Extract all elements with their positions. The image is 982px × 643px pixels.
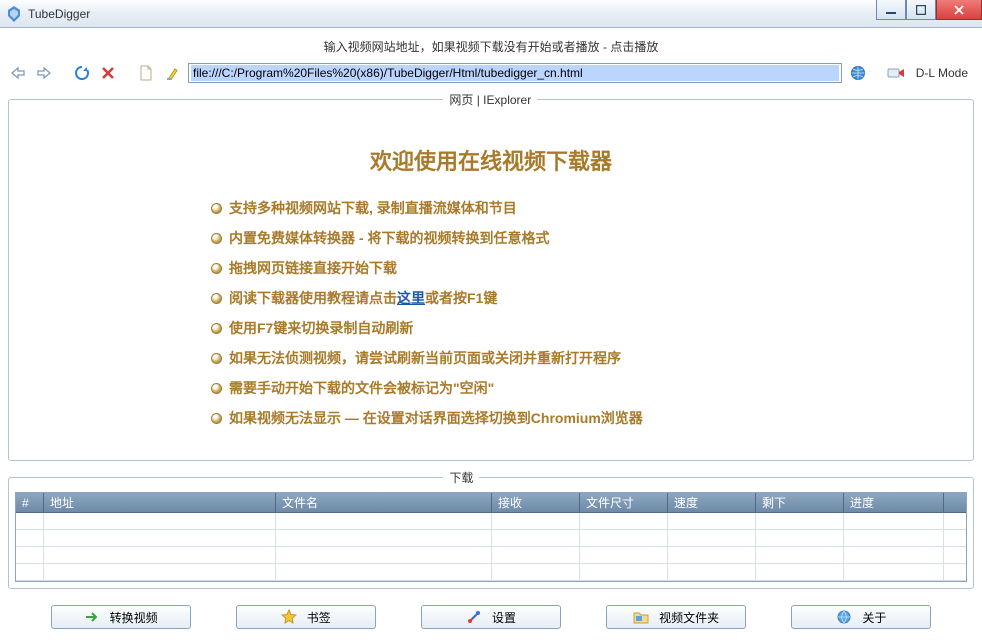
col-filename[interactable]: 文件名 — [276, 493, 492, 513]
welcome-heading: 欢迎使用在线视频下载器 — [35, 144, 947, 176]
col-url[interactable]: 地址 — [44, 493, 276, 513]
close-button[interactable] — [936, 0, 982, 20]
folder-button[interactable]: 视频文件夹 — [606, 605, 746, 629]
hint-text: 输入视频网站地址，如果视频下载没有开始或者播放 - 点击播放 — [8, 34, 974, 61]
feature-item: 如果视频无法显示 — 在设置对话界面选择切换到Chromium浏览器 — [211, 404, 771, 434]
bookmark-button[interactable]: 书签 — [236, 605, 376, 629]
tutorial-link[interactable]: 这里 — [397, 290, 425, 306]
toolbar: D-L Mode — [8, 61, 974, 91]
app-icon — [6, 6, 22, 22]
mode-label: D-L Mode — [916, 66, 968, 80]
download-panel-title: 下载 — [443, 469, 479, 486]
feature-list: 支持多种视频网站下载, 录制直播流媒体和节目 内置免费媒体转换器 - 将下载的视… — [211, 194, 771, 434]
globe-small-icon — [836, 609, 852, 625]
grid-body — [16, 513, 966, 581]
settings-button[interactable]: 设置 — [421, 605, 561, 629]
convert-icon — [84, 609, 100, 625]
table-row[interactable] — [16, 547, 966, 564]
star-icon — [281, 609, 297, 625]
col-remaining[interactable]: 剩下 — [756, 493, 844, 513]
download-grid: # 地址 文件名 接收 文件尺寸 速度 剩下 进度 — [15, 492, 967, 582]
col-spacer — [944, 493, 966, 513]
table-row[interactable] — [16, 513, 966, 530]
minimize-button[interactable] — [876, 0, 906, 20]
stop-button[interactable] — [98, 63, 118, 83]
feature-item: 支持多种视频网站下载, 录制直播流媒体和节目 — [211, 194, 771, 224]
about-button[interactable]: 关于 — [791, 605, 931, 629]
bottom-bar: 转换视频 书签 设置 视频文件夹 关于 — [8, 597, 974, 629]
window-title: TubeDigger — [28, 7, 90, 21]
globe-icon[interactable] — [848, 63, 868, 83]
col-speed[interactable]: 速度 — [668, 493, 756, 513]
webview[interactable]: 欢迎使用在线视频下载器 支持多种视频网站下载, 录制直播流媒体和节目 内置免费媒… — [15, 114, 967, 454]
forward-button[interactable] — [34, 63, 54, 83]
camera-icon[interactable] — [886, 63, 906, 83]
col-size[interactable]: 文件尺寸 — [580, 493, 668, 513]
col-progress[interactable]: 进度 — [844, 493, 944, 513]
grid-header: # 地址 文件名 接收 文件尺寸 速度 剩下 进度 — [16, 493, 966, 513]
feature-item: 使用F7键来切换录制自动刷新 — [211, 314, 771, 344]
highlighter-icon[interactable] — [162, 63, 182, 83]
feature-item: 拖拽网页链接直接开始下载 — [211, 254, 771, 284]
folder-icon — [633, 609, 649, 625]
col-received[interactable]: 接收 — [492, 493, 580, 513]
table-row[interactable] — [16, 564, 966, 581]
refresh-button[interactable] — [72, 63, 92, 83]
feature-item: 内置免费媒体转换器 - 将下载的视频转换到任意格式 — [211, 224, 771, 254]
convert-button[interactable]: 转换视频 — [51, 605, 191, 629]
document-icon[interactable] — [136, 63, 156, 83]
feature-item: 如果无法侦测视频，请尝试刷新当前页面或关闭并重新打开程序 — [211, 344, 771, 374]
tools-icon — [466, 609, 482, 625]
url-bar[interactable] — [188, 63, 842, 83]
col-index[interactable]: # — [16, 493, 44, 513]
url-input[interactable] — [191, 65, 839, 81]
table-row[interactable] — [16, 530, 966, 547]
web-panel: 网页 | IExplorer 欢迎使用在线视频下载器 支持多种视频网站下载, 录… — [8, 91, 974, 461]
download-panel: 下载 # 地址 文件名 接收 文件尺寸 速度 剩下 进度 — [8, 469, 974, 589]
back-button[interactable] — [8, 63, 28, 83]
feature-item: 阅读下载器使用教程请点击这里或者按F1键 — [211, 284, 771, 314]
maximize-button[interactable] — [906, 0, 936, 20]
feature-item: 需要手动开始下载的文件会被标记为"空闲" — [211, 374, 771, 404]
web-panel-title: 网页 | IExplorer — [443, 91, 537, 108]
titlebar: TubeDigger — [0, 0, 982, 28]
